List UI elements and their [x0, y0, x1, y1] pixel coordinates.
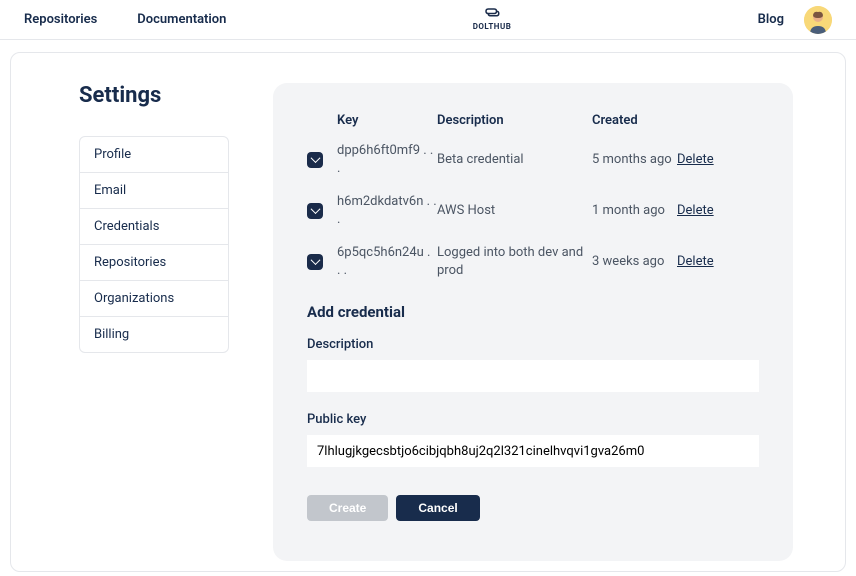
credential-icon	[307, 152, 323, 168]
sidebar-item-email[interactable]: Email	[80, 173, 228, 209]
credential-icon	[307, 203, 323, 219]
publickey-label: Public key	[307, 412, 759, 427]
publickey-input[interactable]	[307, 435, 759, 467]
col-header-description: Description	[437, 113, 592, 128]
nav-repositories[interactable]: Repositories	[24, 12, 97, 27]
nav-documentation[interactable]: Documentation	[137, 12, 226, 27]
sidebar-item-organizations[interactable]: Organizations	[80, 281, 228, 317]
credential-description: Beta credential	[437, 151, 592, 169]
page-title: Settings	[79, 83, 229, 108]
credential-key: h6m2dkdatv6n . . .	[337, 193, 437, 228]
table-row: 6p5qc5h6n24u . . . Logged into both dev …	[307, 244, 759, 279]
credential-icon	[307, 254, 323, 270]
top-nav: Repositories Documentation DOLTHUB Blog	[0, 0, 856, 40]
delete-button[interactable]: Delete	[677, 254, 737, 269]
sidebar-item-billing[interactable]: Billing	[80, 317, 228, 352]
avatar-icon	[804, 6, 832, 34]
settings-sidebar: Profile Email Credentials Repositories O…	[79, 136, 229, 353]
table-row: dpp6h6ft0mf9 . . . Beta credential 5 mon…	[307, 142, 759, 177]
logo-text: DOLTHUB	[473, 22, 512, 31]
logo-icon	[483, 8, 501, 22]
sidebar-item-profile[interactable]: Profile	[80, 137, 228, 173]
credential-key: 6p5qc5h6n24u . . .	[337, 244, 437, 279]
avatar[interactable]	[804, 6, 832, 34]
settings-card: Settings Profile Email Credentials Repos…	[10, 52, 846, 572]
credential-created: 3 weeks ago	[592, 253, 677, 271]
credential-key: dpp6h6ft0mf9 . . .	[337, 142, 437, 177]
delete-button[interactable]: Delete	[677, 203, 737, 218]
description-input[interactable]	[307, 360, 759, 392]
sidebar-item-repositories[interactable]: Repositories	[80, 245, 228, 281]
credential-created: 1 month ago	[592, 202, 677, 220]
table-row: h6m2dkdatv6n . . . AWS Host 1 month ago …	[307, 193, 759, 228]
cancel-button[interactable]: Cancel	[396, 495, 479, 521]
add-credential-heading: Add credential	[307, 303, 759, 321]
credentials-panel: Key Description Created dpp6h6ft0mf9 . .…	[273, 83, 793, 561]
sidebar-item-credentials[interactable]: Credentials	[80, 209, 228, 245]
create-button[interactable]: Create	[307, 495, 388, 521]
logo[interactable]: DOLTHUB	[473, 8, 512, 31]
delete-button[interactable]: Delete	[677, 152, 737, 167]
credentials-table: Key Description Created dpp6h6ft0mf9 . .…	[307, 113, 759, 279]
credential-description: Logged into both dev and prod	[437, 244, 592, 279]
nav-blog[interactable]: Blog	[758, 12, 784, 27]
credential-description: AWS Host	[437, 202, 592, 220]
credential-created: 5 months ago	[592, 151, 677, 169]
col-header-key: Key	[337, 113, 437, 128]
col-header-created: Created	[592, 113, 677, 128]
description-label: Description	[307, 337, 759, 352]
